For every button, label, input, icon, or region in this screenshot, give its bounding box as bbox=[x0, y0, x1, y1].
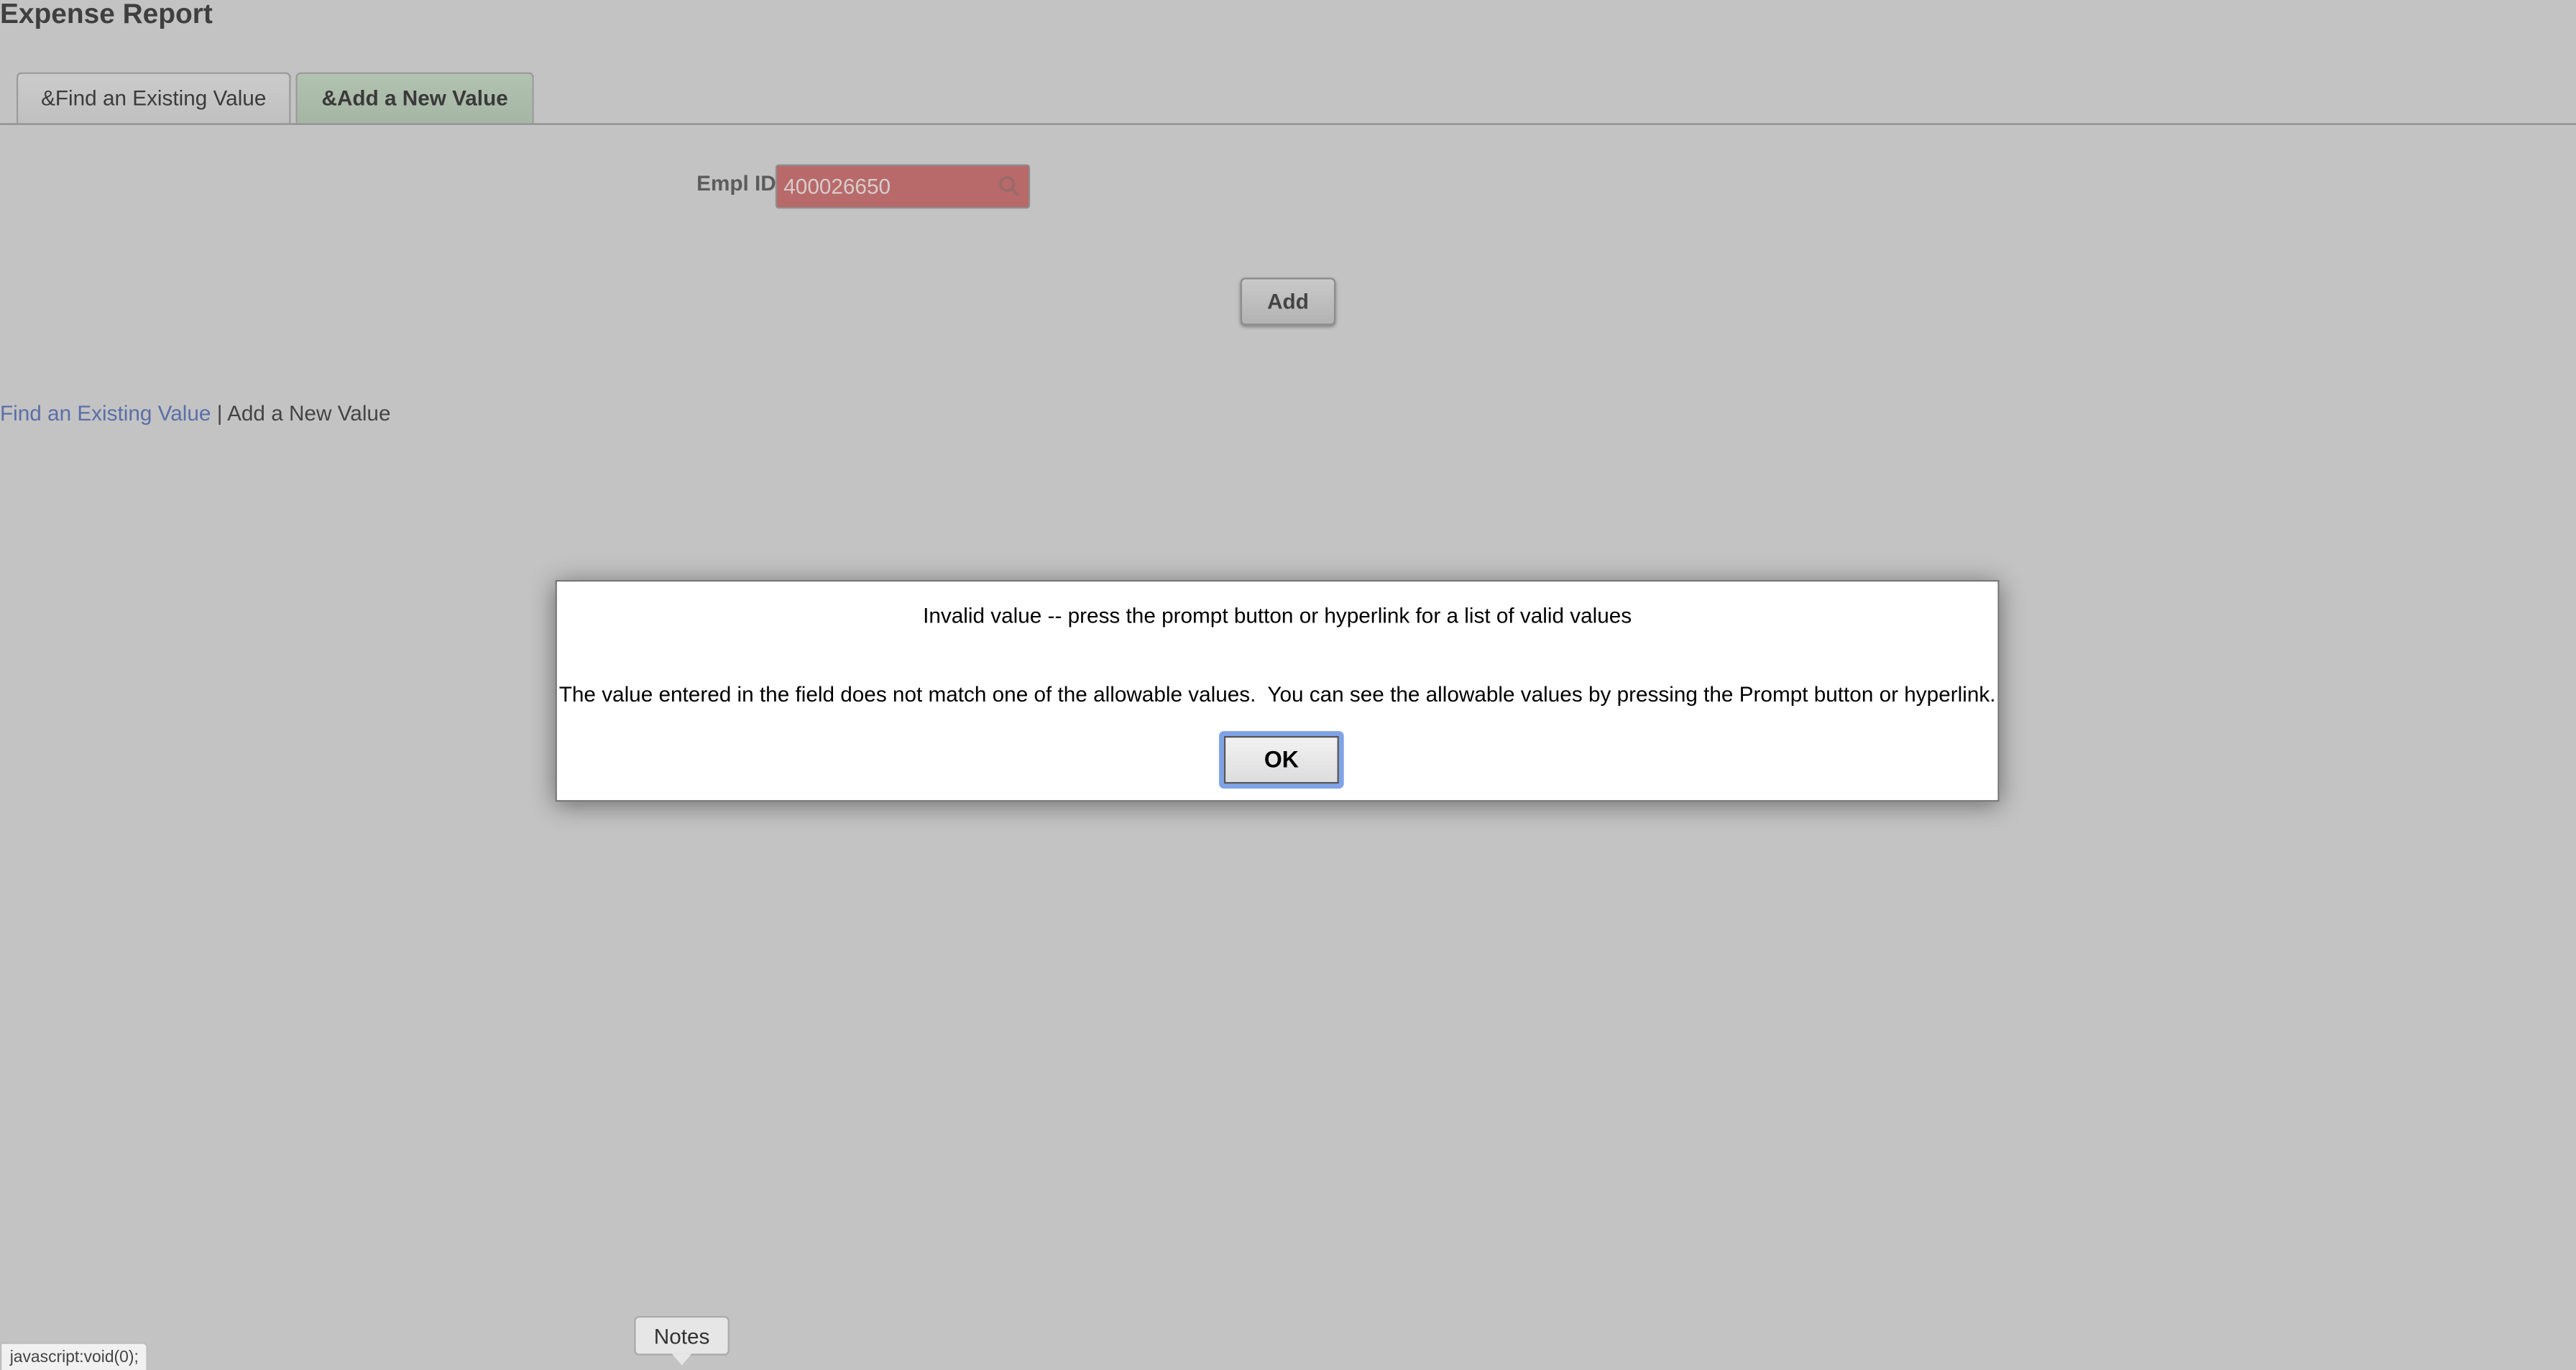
find-existing-value-link[interactable]: Find an Existing Value bbox=[0, 401, 211, 426]
dialog-message: The value entered in the field does not … bbox=[558, 681, 1996, 707]
tab-bar: &Find an Existing Value &Add a New Value bbox=[0, 72, 2576, 125]
status-bar-url: javascript:void(0); bbox=[0, 1342, 149, 1370]
tab-find-existing-value[interactable]: &Find an Existing Value bbox=[16, 72, 291, 124]
page: Expense Report &Find an Existing Value &… bbox=[0, 0, 2576, 1370]
empl-id-label: Empl ID bbox=[696, 170, 776, 196]
notes-button[interactable]: Notes bbox=[634, 1315, 730, 1356]
tab-add-new-value[interactable]: &Add a New Value bbox=[295, 72, 534, 124]
dialog-title: Invalid value -- press the prompt button… bbox=[923, 602, 1632, 628]
empl-id-input[interactable] bbox=[775, 164, 1031, 209]
ok-button[interactable]: OK bbox=[1218, 731, 1344, 789]
notes-pointer bbox=[671, 1353, 692, 1366]
link-separator: | bbox=[211, 400, 228, 426]
page-title: Expense Report bbox=[0, 0, 213, 30]
error-dialog: Invalid value -- press the prompt button… bbox=[555, 579, 2000, 802]
add-new-value-text: Add a New Value bbox=[227, 400, 391, 426]
add-button[interactable]: Add bbox=[1240, 277, 1336, 326]
search-icon[interactable] bbox=[997, 174, 1020, 197]
bottom-nav-links: Find an Existing Value | Add a New Value bbox=[0, 401, 390, 426]
